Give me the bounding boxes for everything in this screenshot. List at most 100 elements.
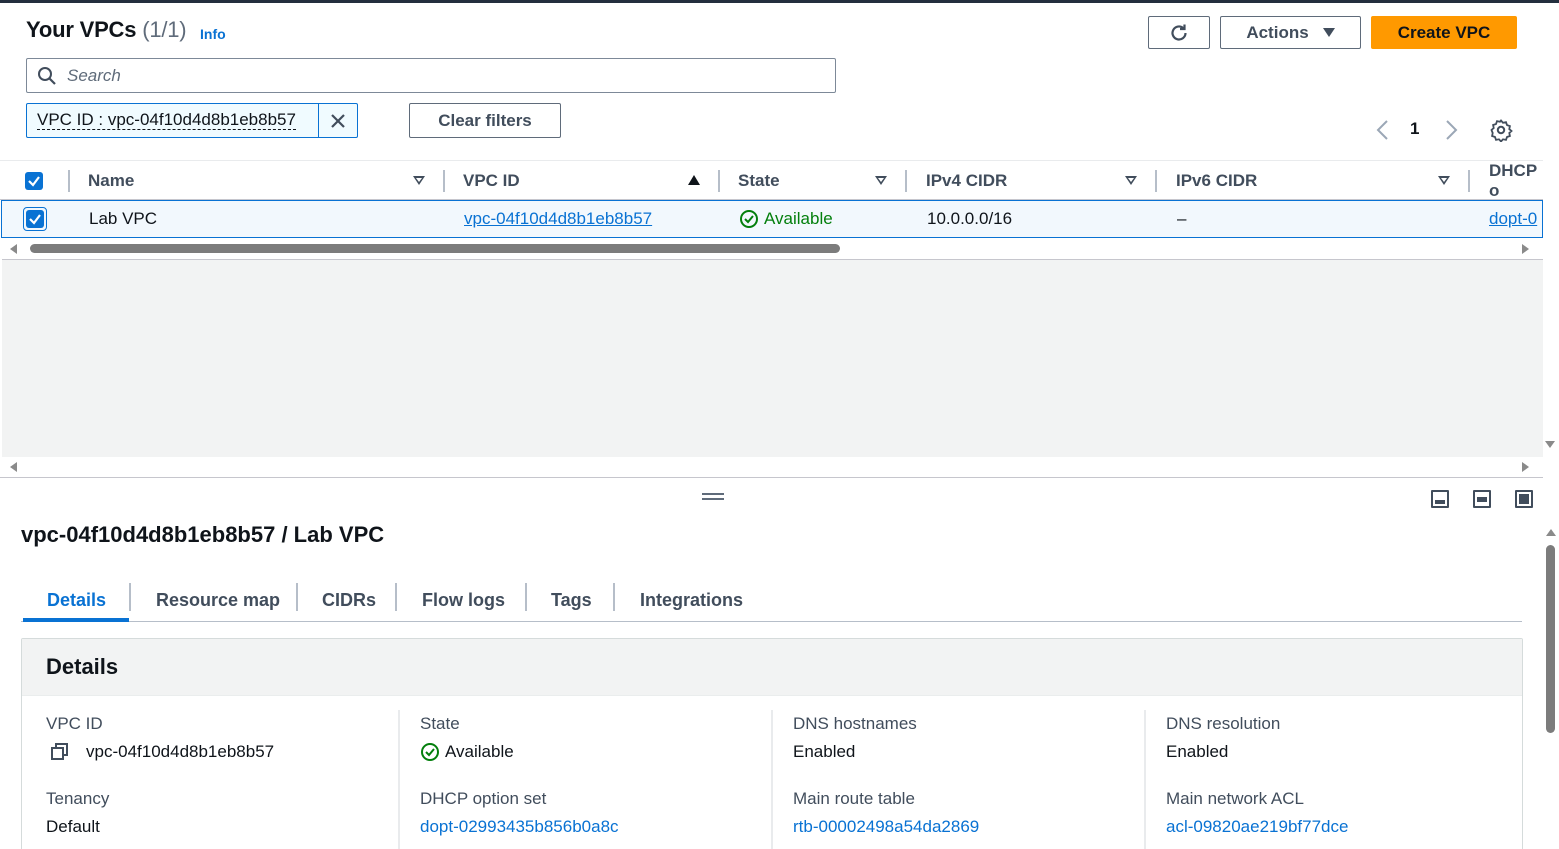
main-route-table-label: Main route table [793,789,915,808]
page-title-text: Your VPCs [26,17,137,42]
dhcp-option-set-link[interactable]: dopt-02993435b856b0a8c [420,817,619,837]
cell-name: Lab VPC [89,208,158,228]
table-header: Name VPC ID State IPv4 CIDR IPv6 CIDR DH… [0,160,1543,200]
scroll-left-arrow[interactable] [10,462,17,472]
tab-separator [129,583,131,611]
panel-position-full-icon[interactable] [1515,490,1533,508]
state-text: Available [445,742,514,761]
column-separator[interactable] [1155,170,1157,192]
column-header-state[interactable]: State [738,161,780,201]
panel-position-bottom-icon[interactable] [1431,490,1449,508]
tab-separator [613,583,615,611]
cell-state: Available [739,201,833,236]
column-divider [771,710,773,849]
dhcp-option-set-label: DHCP option set [420,789,547,808]
tab-tags[interactable]: Tags [551,578,592,622]
dns-hostnames-label: DNS hostnames [793,714,917,733]
refresh-icon [1171,24,1187,41]
tab-integrations[interactable]: Integrations [640,578,743,622]
sort-icon[interactable] [1125,176,1137,185]
clear-filters-button[interactable]: Clear filters [409,103,561,138]
select-all-checkbox[interactable] [25,172,43,190]
tab-separator [525,583,527,611]
page-title: Your VPCs (1/1) [26,17,187,43]
table-empty-area [2,259,1555,457]
search-input[interactable]: Search [26,58,836,93]
filter-token-label[interactable]: VPC ID : vpc-04f10d4d8b1eb8b57 [27,104,319,137]
scroll-down-arrow[interactable] [1545,441,1555,448]
main-route-table-link[interactable]: rtb-00002498a54da2869 [793,817,979,837]
status-ok-icon [740,209,758,228]
main-network-acl-label: Main network ACL [1166,789,1304,808]
panel-vertical-scrollbar[interactable] [1543,477,1559,849]
chevron-right-icon[interactable] [1442,118,1460,142]
panel-title: vpc-04f10d4d8b1eb8b57 / Lab VPC [21,522,385,547]
tab-cidrs[interactable]: CIDRs [322,578,376,622]
tab-flow-logs[interactable]: Flow logs [422,578,505,622]
tab-resource-map[interactable]: Resource map [156,578,280,622]
scrollbar-thumb[interactable] [1546,545,1555,733]
settings-icon[interactable] [1489,118,1513,142]
copy-icon[interactable] [50,742,70,762]
column-separator[interactable] [718,170,720,192]
page-horizontal-scrollbar[interactable] [2,457,1543,477]
sort-icon[interactable] [1438,176,1450,185]
checkbox-icon [28,176,40,187]
page-number[interactable]: 1 [1410,119,1419,139]
remove-filter-button[interactable] [319,104,357,137]
cell-vpc-id-link[interactable]: vpc-04f10d4d8b1eb8b57 [464,201,652,236]
vpc-id-label: VPC ID [46,714,103,733]
row-checkbox[interactable] [26,210,44,228]
actions-label: Actions [1246,22,1309,42]
status-ok-icon [421,743,439,761]
cell-ipv6-cidr: – [1177,208,1187,228]
column-separator[interactable] [905,170,907,192]
column-separator[interactable] [443,170,445,192]
column-separator[interactable] [1468,170,1470,192]
scrollbar-thumb[interactable] [30,244,840,253]
info-link[interactable]: Info [200,26,226,42]
tenancy-label: Tenancy [46,789,110,808]
search-placeholder: Search [67,65,121,85]
column-header-ipv4-cidr[interactable]: IPv4 CIDR [926,161,1007,201]
main-network-acl-link[interactable]: acl-09820ae219bf77dce [1166,817,1348,837]
drag-handle-icon[interactable] [702,493,724,503]
column-header-vpc-id[interactable]: VPC ID [463,161,520,201]
search-icon [38,66,56,85]
column-header-name[interactable]: Name [88,161,134,201]
top-border [0,0,1559,3]
panel-position-side-icon[interactable] [1473,490,1491,508]
actions-button[interactable]: Actions [1220,16,1361,49]
cell-ipv4-cidr: 10.0.0.0/16 [927,208,1013,228]
checkbox-icon [29,214,41,225]
dns-resolution-label: DNS resolution [1166,714,1281,733]
state-label: State [420,714,460,733]
sort-icon[interactable] [875,176,887,185]
chevron-left-icon[interactable] [1374,118,1392,142]
scroll-left-arrow[interactable] [10,244,17,254]
tab-separator [395,583,397,611]
column-header-dhcp[interactable]: DHCP o [1489,161,1543,201]
create-vpc-button[interactable]: Create VPC [1371,16,1517,49]
scroll-up-arrow[interactable] [1546,529,1556,536]
tab-list: Details Resource map CIDRs Flow logs Tag… [21,578,1522,622]
active-tab-indicator [23,618,129,622]
tab-separator [296,583,298,611]
caret-down-icon [1322,28,1335,37]
tenancy-value: Default [46,817,100,836]
close-icon [331,113,345,128]
table-row[interactable]: Lab VPC vpc-04f10d4d8b1eb8b57 Available … [1,200,1543,238]
column-header-ipv6-cidr[interactable]: IPv6 CIDR [1176,161,1257,201]
refresh-button[interactable] [1148,16,1210,49]
sort-ascending-icon[interactable] [688,175,700,185]
column-divider [398,710,400,849]
cell-dhcp-link[interactable]: dopt-0 [1489,201,1537,236]
tab-details[interactable]: Details [47,578,106,622]
filter-token: VPC ID : vpc-04f10d4d8b1eb8b57 [26,103,358,138]
details-card-title: Details [46,654,119,679]
table-horizontal-scrollbar[interactable] [2,240,1542,258]
sort-icon[interactable] [413,176,425,185]
column-divider [1144,710,1146,849]
scroll-right-arrow[interactable] [1522,244,1529,254]
scroll-right-arrow[interactable] [1522,462,1529,472]
